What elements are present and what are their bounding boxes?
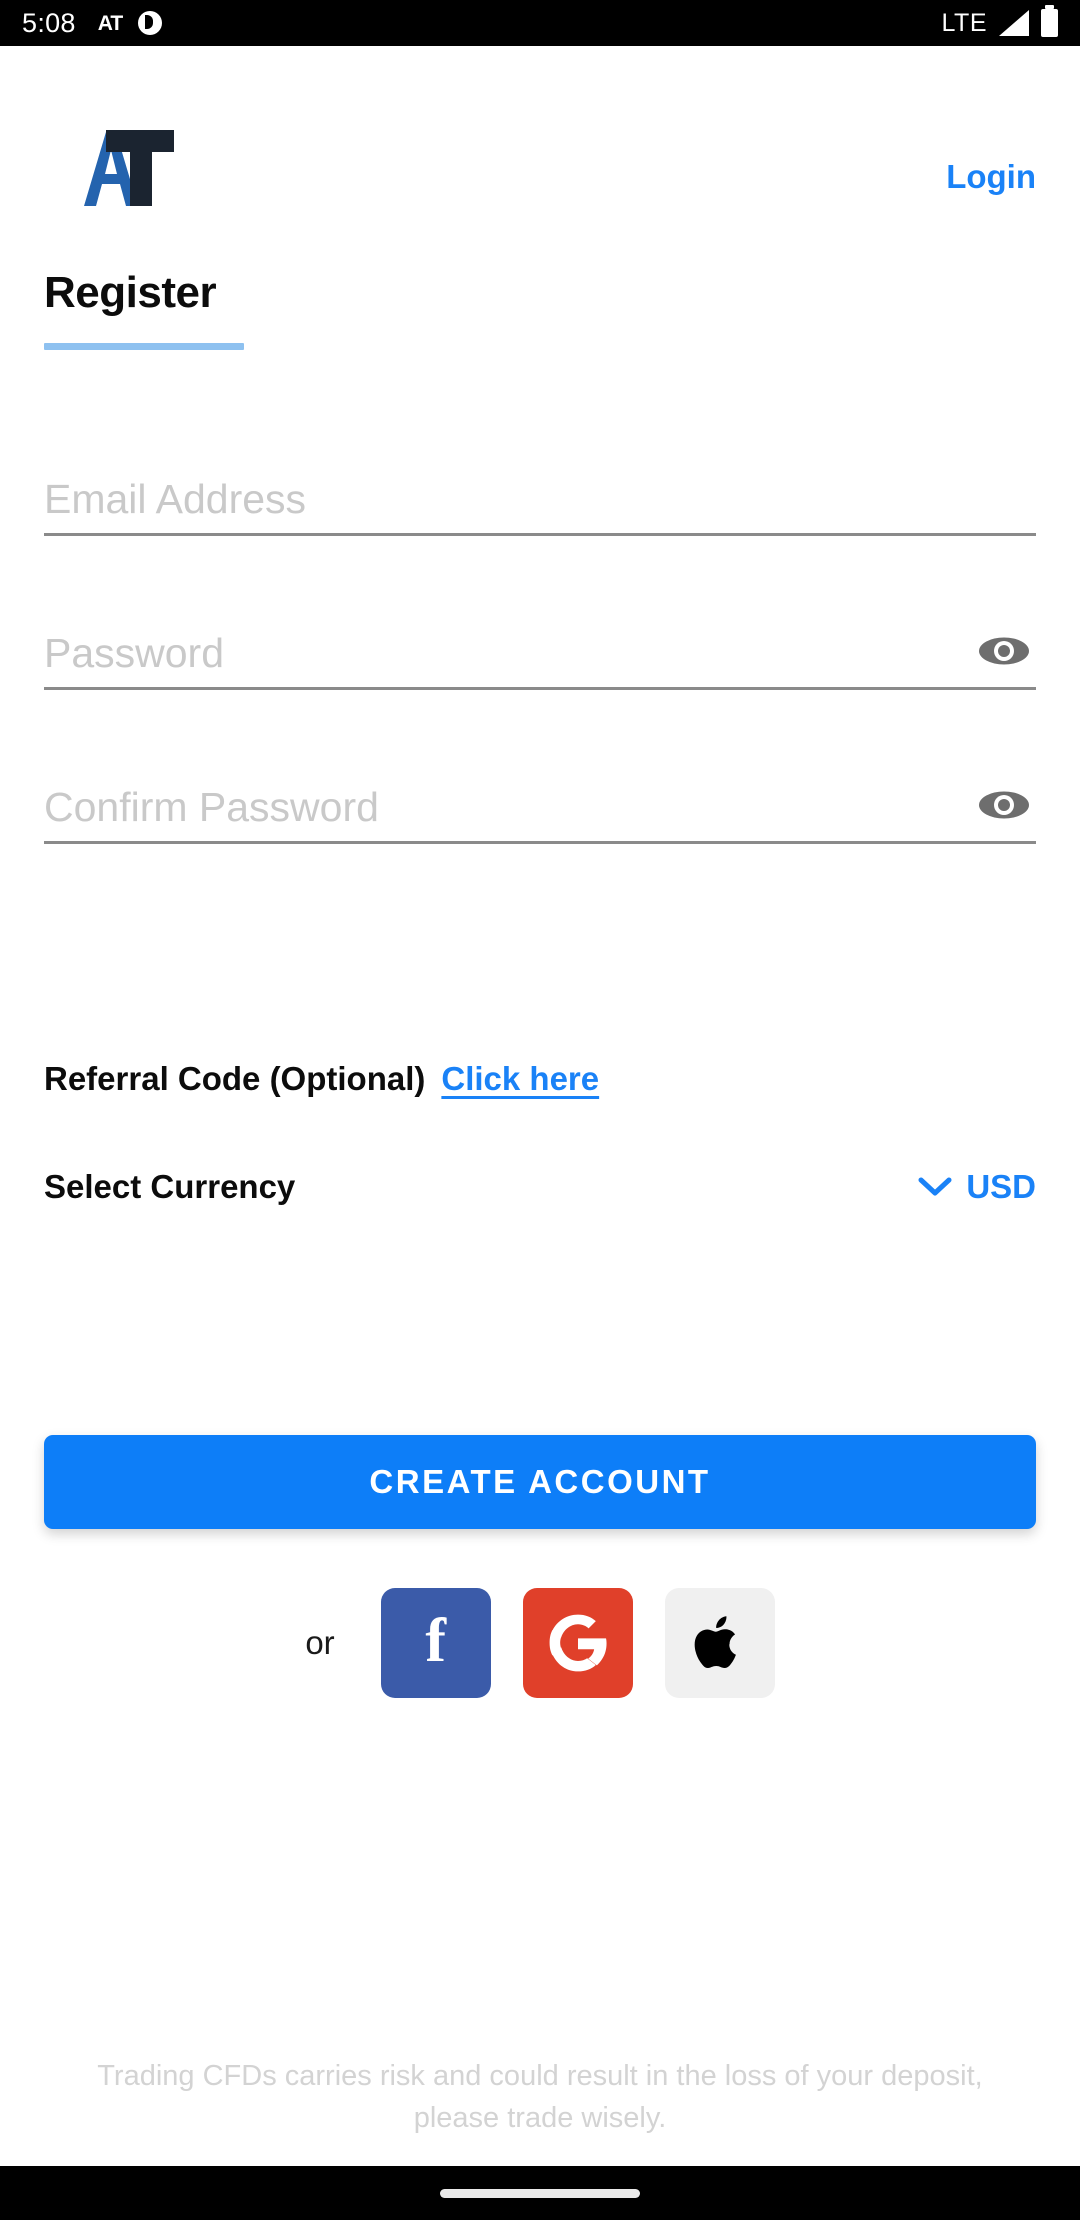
apple-login-button[interactable] (664, 1588, 775, 1698)
password-field-row (44, 614, 1036, 690)
status-bar-notification-icons: AT (97, 11, 163, 35)
eye-icon (979, 637, 1029, 665)
register-form (44, 460, 1036, 844)
app-header: Login (0, 46, 1080, 226)
facebook-login-button[interactable]: f (380, 1588, 491, 1698)
currency-row[interactable]: Select Currency USD (44, 1168, 1036, 1206)
status-bar-system-icons: LTE (941, 5, 1058, 38)
create-account-button[interactable]: CREATE ACCOUNT (44, 1435, 1036, 1529)
apple-icon (694, 1616, 736, 1669)
referral-click-here-link[interactable]: Click here (441, 1060, 599, 1098)
referral-row: Referral Code (Optional) Click here (44, 1060, 599, 1098)
network-type-label: LTE (941, 8, 987, 37)
google-login-button[interactable] (522, 1588, 633, 1698)
risk-disclaimer: Trading CFDs carries risk and could resu… (97, 2060, 983, 2135)
at-logo (44, 128, 194, 210)
email-input[interactable] (44, 476, 1036, 533)
eye-icon (979, 791, 1029, 819)
currency-value: USD (966, 1168, 1036, 1205)
currency-selector[interactable]: USD (918, 1168, 1036, 1206)
currency-label: Select Currency (44, 1168, 296, 1205)
page-title-block: Register (44, 268, 244, 350)
or-label: or (305, 1624, 335, 1661)
confirm-password-field-row (44, 768, 1036, 844)
google-icon (549, 1614, 607, 1672)
social-login-row: or f (0, 1588, 1080, 1698)
notification-circle-icon (138, 11, 163, 35)
chevron-down-icon (918, 1177, 952, 1196)
facebook-icon: f (425, 1607, 446, 1675)
password-visibility-toggle[interactable] (976, 631, 1032, 671)
confirm-password-visibility-toggle[interactable] (976, 785, 1032, 825)
confirm-password-input[interactable] (44, 784, 1036, 841)
register-screen: 5:08 AT LTE Login Register Email Address… (0, 0, 1080, 2220)
page-title: Register (44, 268, 217, 317)
battery-icon (1041, 5, 1058, 37)
status-bar: 5:08 AT LTE (0, 0, 1080, 46)
email-field-row (44, 460, 1036, 536)
at-app-icon: AT (97, 11, 123, 35)
title-underline (44, 343, 244, 350)
status-bar-time: 5:08 (22, 7, 76, 38)
home-indicator[interactable] (440, 2188, 640, 2198)
system-navigation-bar (0, 2166, 1080, 2220)
signal-icon (999, 10, 1029, 36)
login-link[interactable]: Login (946, 158, 1036, 196)
password-input[interactable] (44, 630, 1036, 687)
referral-label: Referral Code (Optional) (44, 1060, 426, 1097)
